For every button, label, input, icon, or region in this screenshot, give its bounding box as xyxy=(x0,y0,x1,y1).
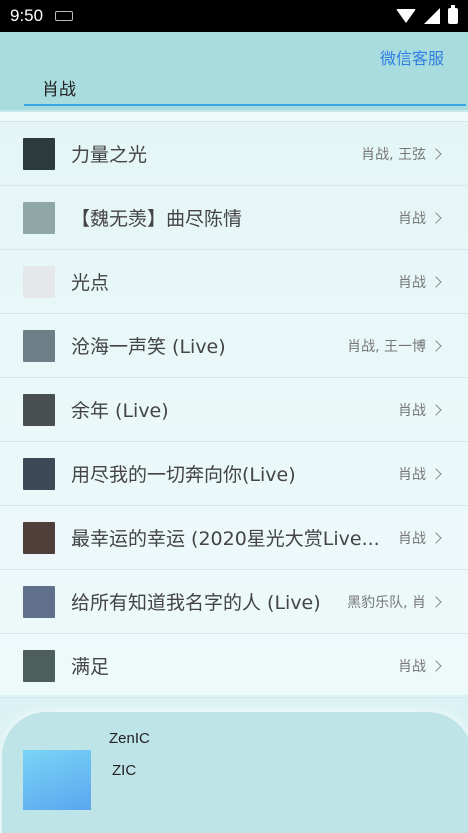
chevron-right-icon xyxy=(430,659,442,672)
search-input[interactable] xyxy=(24,70,466,106)
chevron-right-icon xyxy=(430,467,442,480)
song-cover-image xyxy=(23,393,55,426)
song-row[interactable]: 最幸运的幸运 (2020星光大赏Live... 肖战 xyxy=(0,506,468,570)
song-row[interactable]: 沧海一声笑 (Live) 肖战, 王一博 xyxy=(0,314,468,378)
song-cover-image xyxy=(23,457,55,490)
player-cover-image[interactable] xyxy=(23,750,91,810)
status-icons xyxy=(396,5,458,24)
song-title: 沧海一声笑 (Live) xyxy=(71,336,226,358)
wechat-service-link[interactable]: 微信客服 xyxy=(380,45,444,69)
song-row[interactable]: 给所有知道我名字的人 (Live) 黑豹乐队, 肖 xyxy=(0,570,468,634)
song-title: 给所有知道我名字的人 (Live) xyxy=(71,592,321,614)
song-artist: 肖战 xyxy=(398,274,426,291)
song-row[interactable]: 用尽我的一切奔向你(Live) 肖战 xyxy=(0,442,468,506)
status-time: 9:50 xyxy=(10,6,44,25)
song-artist: 肖战 xyxy=(398,530,426,547)
song-artist: 肖战 xyxy=(398,210,426,227)
song-title: 用尽我的一切奔向你(Live) xyxy=(71,464,296,486)
chevron-right-icon xyxy=(430,403,442,416)
list-top-gap xyxy=(0,112,468,122)
song-artist: 黑豹乐队, 肖 xyxy=(347,594,426,611)
chevron-right-icon xyxy=(430,275,442,288)
player-artist: ZIC xyxy=(112,762,137,779)
song-cover-image xyxy=(23,585,55,618)
song-cover-image xyxy=(23,521,55,554)
song-artist: 肖战 xyxy=(398,466,426,483)
song-title: 余年 (Live) xyxy=(71,400,169,422)
song-artist: 肖战 xyxy=(398,658,426,675)
song-artist: 肖战 xyxy=(398,402,426,419)
chevron-right-icon xyxy=(430,147,442,160)
song-title: 最幸运的幸运 (2020星光大赏Live... xyxy=(71,528,380,550)
status-bar: 9:50 xyxy=(0,0,468,32)
song-artist: 肖战, 王弦 xyxy=(361,146,426,163)
song-title: 光点 xyxy=(71,272,110,294)
song-title: 力量之光 xyxy=(71,144,148,166)
signal-icon xyxy=(424,8,440,24)
chevron-right-icon xyxy=(430,531,442,544)
song-row[interactable]: 光点 肖战 xyxy=(0,250,468,314)
song-row[interactable]: 余年 (Live) 肖战 xyxy=(0,378,468,442)
wifi-icon xyxy=(396,9,416,23)
song-title: 满足 xyxy=(71,656,110,678)
song-cover-image xyxy=(23,201,55,234)
search-header: 微信客服 xyxy=(0,32,468,110)
mini-player[interactable]: ZenIC ZIC xyxy=(2,712,468,833)
song-cover-image xyxy=(23,137,55,170)
song-cover-image xyxy=(23,265,55,298)
song-row[interactable]: 满足 肖战 xyxy=(0,634,468,698)
chevron-right-icon xyxy=(430,339,442,352)
player-title: ZenIC xyxy=(109,730,150,747)
chevron-right-icon xyxy=(430,595,442,608)
song-artist: 肖战, 王一博 xyxy=(347,338,426,355)
song-cover-image xyxy=(23,329,55,362)
keyboard-icon xyxy=(55,11,74,21)
song-cover-image xyxy=(23,649,55,682)
battery-icon xyxy=(448,5,458,24)
song-row[interactable]: 【魏无羡】曲尽陈情 肖战 xyxy=(0,186,468,250)
song-list: 力量之光 肖战, 王弦 【魏无羡】曲尽陈情 肖战 光点 肖战 沧海一声笑 (Live) 肖战,… xyxy=(0,112,468,698)
song-row[interactable]: 力量之光 肖战, 王弦 xyxy=(0,122,468,186)
chevron-right-icon xyxy=(430,211,442,224)
song-title: 【魏无羡】曲尽陈情 xyxy=(71,208,243,230)
